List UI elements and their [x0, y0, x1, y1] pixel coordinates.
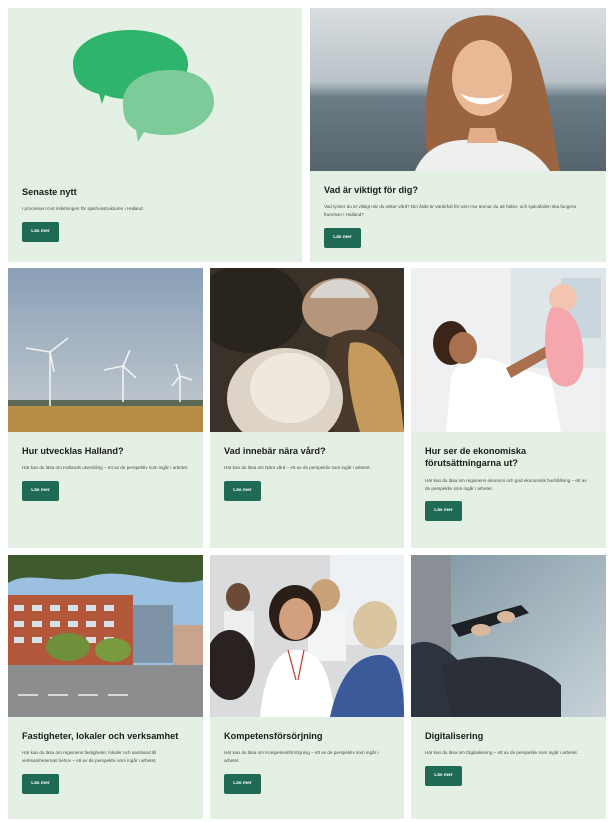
card-image [210, 268, 404, 432]
card-hur-utvecklas-halland: Hur utvecklas Halland? Här kan du läsa o… [8, 268, 203, 548]
read-more-button[interactable]: Läs mer [224, 774, 261, 795]
card-image [411, 555, 606, 717]
card-kompetensforsorjning: Kompetensförsörjning Här kan du läsa om … [210, 555, 404, 819]
card-fastigheter: Fastigheter, lokaler och verksamhet Här … [8, 555, 203, 819]
card-image [8, 268, 203, 432]
card-image [310, 8, 606, 171]
read-more-button[interactable]: Läs mer [425, 501, 462, 522]
card-text: Här kan du läsa om Nära vård – ett av de… [224, 465, 371, 471]
card-image [411, 268, 606, 432]
card-vad-ar-viktigt: Vad är viktigt för dig? Vad tycker du är… [310, 8, 606, 262]
hospital-building-photo [8, 555, 203, 717]
mother-baby-photo [411, 268, 606, 432]
wind-turbines-photo [8, 268, 203, 432]
card-title: Fastigheter, lokaler och verksamhet [22, 731, 179, 741]
read-more-button[interactable]: Läs mer [22, 481, 59, 502]
card-title: Hur utvecklas Halland? [22, 446, 124, 456]
read-more-button[interactable]: Läs mer [22, 222, 59, 243]
card-text: Här kan du läsa om regionens ekonomi och… [425, 477, 587, 491]
smiling-girl-photo [310, 8, 606, 171]
read-more-button[interactable]: Läs mer [324, 228, 361, 249]
card-title: Kompetensförsörjning [224, 731, 323, 741]
card-vad-innebar-nara-vard: Vad innebär nära vård? Här kan du läsa o… [210, 268, 404, 548]
healthcare-staff-photo [210, 555, 404, 717]
card-text: Här kan du läsa om regionens fastigheter… [22, 750, 157, 764]
card-title: Senaste nytt [22, 187, 77, 197]
care-meeting-photo [210, 268, 404, 432]
card-title: Hur ser de ekonomiska förutsättningarna … [425, 446, 527, 469]
card-text: I processen mot inriktningen för sjukhus… [22, 206, 144, 212]
tablet-user-photo [411, 555, 606, 717]
card-text: Vad tycker du är viktigt när du söker vå… [324, 204, 576, 218]
card-title: Vad innebär nära vård? [224, 446, 326, 456]
card-text: Här kan du läsa om Digitalisering – ett … [425, 750, 578, 756]
read-more-button[interactable]: Läs mer [425, 766, 462, 787]
card-title: Digitalisering [425, 731, 484, 741]
read-more-button[interactable]: Läs mer [224, 481, 261, 502]
card-image [8, 555, 203, 717]
read-more-button[interactable]: Läs mer [22, 774, 59, 795]
card-senaste-nytt: Senaste nytt I processen mot inriktninge… [8, 8, 302, 262]
card-title: Vad är viktigt för dig? [324, 185, 418, 195]
card-digitalisering: Digitalisering Här kan du läsa om Digita… [411, 555, 606, 819]
card-text: Här kan du läsa om Hallands utveckling –… [22, 465, 189, 471]
speech-bubbles-icon [73, 30, 214, 142]
card-image [210, 555, 404, 717]
card-image [8, 8, 302, 173]
card-text: Här kan du läsa om Kompetensförsörjning … [224, 750, 379, 764]
card-ekonomiska-forutsattningar: Hur ser de ekonomiska förutsättningarna … [411, 268, 606, 548]
